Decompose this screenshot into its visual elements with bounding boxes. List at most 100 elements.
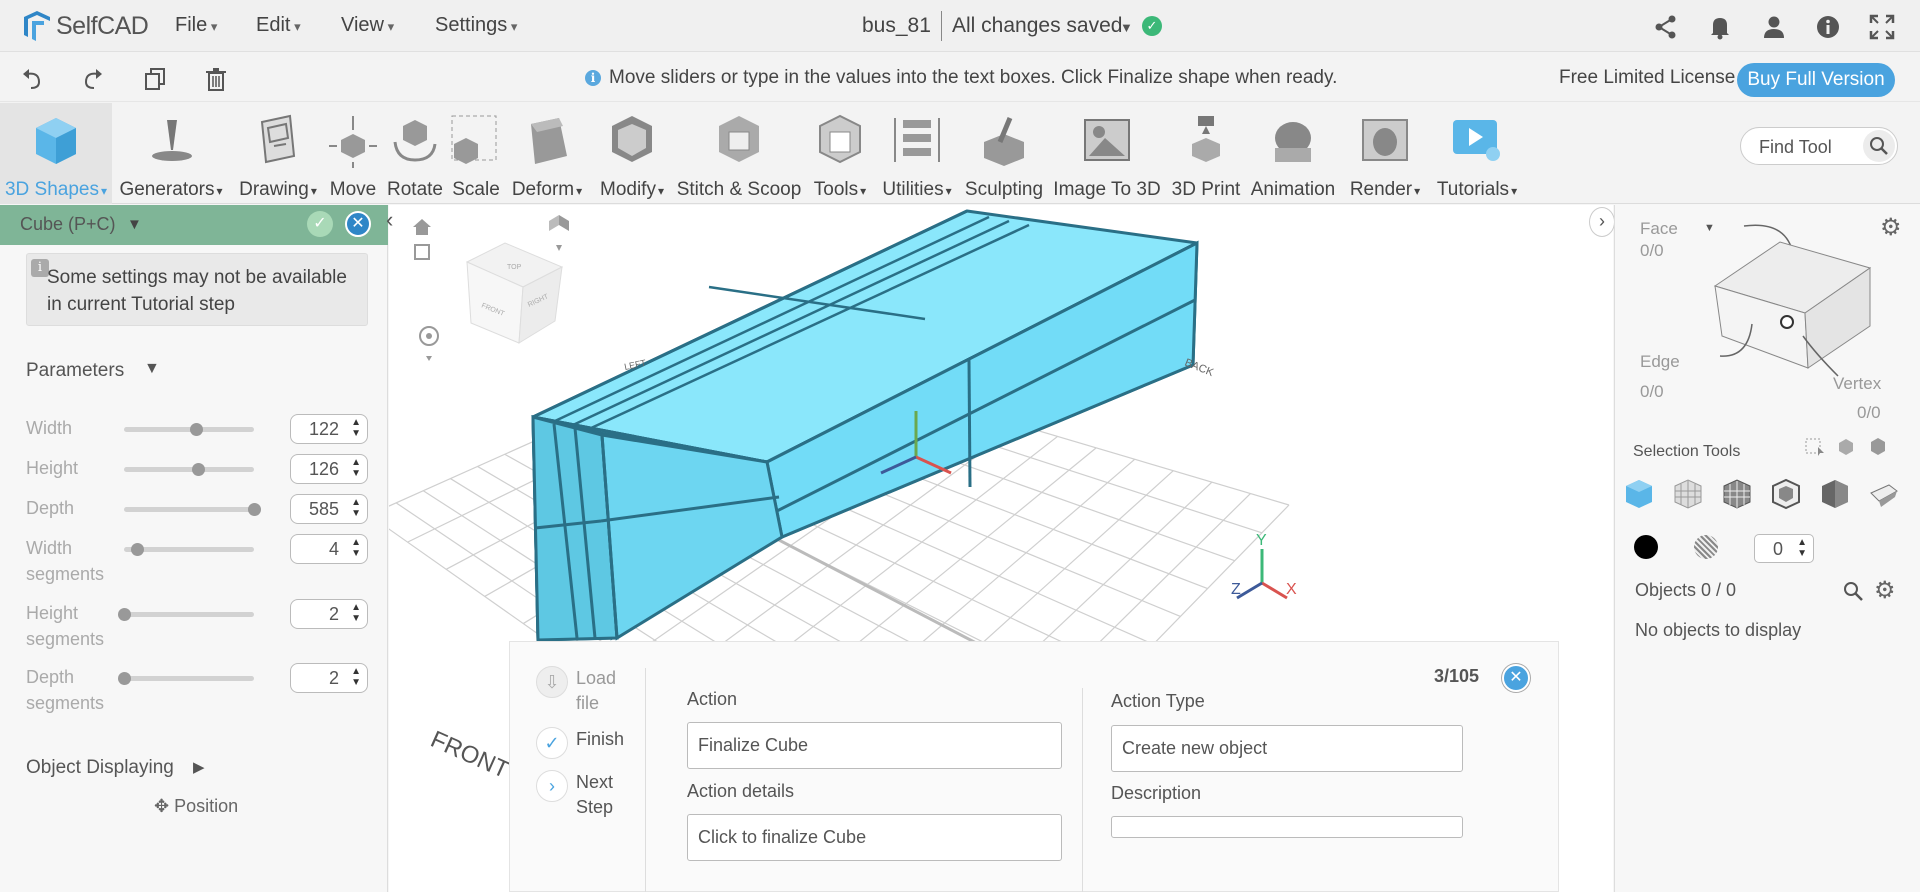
position-button[interactable]: ✥ Position <box>154 796 238 817</box>
slider-height[interactable] <box>124 467 254 472</box>
zoom-fit-icon[interactable] <box>414 244 430 260</box>
stepper-arrows-icon[interactable]: ▲ ▼ <box>351 417 361 439</box>
stepper-value[interactable]: 2 <box>329 604 339 625</box>
find-tool-box[interactable] <box>1740 127 1898 165</box>
gear-icon[interactable]: ⚙ <box>1874 576 1896 605</box>
object-select-icon[interactable] <box>1622 477 1656 511</box>
stepper-height-segments[interactable]: 2 ▲ ▼ <box>290 599 368 629</box>
stepper-arrows-icon[interactable]: ▲ ▼ <box>351 457 361 479</box>
edge-select-icon[interactable] <box>1720 477 1754 511</box>
slider-thumb-height-segments[interactable] <box>118 608 131 621</box>
cube-select-icon[interactable] <box>1867 435 1889 457</box>
finalize-check-button[interactable]: ✓ <box>307 211 333 237</box>
menu-edit[interactable]: Edit <box>256 14 301 37</box>
menu-file[interactable]: File <box>175 14 217 37</box>
stepper-value[interactable]: 122 <box>309 419 339 440</box>
selection-mode-diagram[interactable] <box>1680 218 1880 378</box>
slider-thumb-depth[interactable] <box>248 503 261 516</box>
view-cube[interactable]: TOP FRONT RIGHT <box>465 242 564 344</box>
find-tool-input[interactable] <box>1757 136 1867 159</box>
position-label: Position <box>174 796 239 816</box>
view-cube-top: TOP <box>507 264 522 271</box>
face-count: 0/0 <box>1640 241 1664 260</box>
stepper-arrows-icon[interactable]: ▲ ▼ <box>351 537 361 559</box>
fullscreen-icon[interactable] <box>1868 13 1896 41</box>
tutorial-step-next[interactable]: › Next Step <box>536 770 636 820</box>
slider-thumb-depth-segments[interactable] <box>118 672 131 685</box>
edge-label[interactable]: Edge <box>1640 352 1680 372</box>
stepper-value[interactable]: 4 <box>329 539 339 560</box>
perspective-icon[interactable] <box>549 215 569 251</box>
stepper-depth[interactable]: 585 ▲ ▼ <box>290 494 368 524</box>
color-picker[interactable] <box>1634 535 1658 559</box>
chevron-right-icon[interactable]: ▶ <box>193 758 205 776</box>
slider-thumb-width[interactable] <box>189 423 203 436</box>
buy-full-version-button[interactable]: Buy Full Version <box>1737 63 1895 97</box>
menu-settings[interactable]: Settings <box>435 14 517 37</box>
selection-value-stepper[interactable]: 0 ▲ ▼ <box>1754 534 1814 563</box>
collapse-right-panel-icon[interactable]: › <box>1589 207 1615 237</box>
solid-select-icon[interactable] <box>1818 477 1852 511</box>
home-icon[interactable] <box>413 219 431 235</box>
tool-3d-shapes[interactable]: 3D Shapes <box>0 104 116 202</box>
stepper-arrows-icon[interactable]: ▲ ▼ <box>351 602 361 624</box>
save-status[interactable]: All changes saved <box>952 14 1122 38</box>
texture-picker[interactable] <box>1694 535 1718 559</box>
stepper-value[interactable]: 2 <box>329 668 339 689</box>
tutorial-step-load-file[interactable]: ⇩ Load file <box>536 666 636 716</box>
user-icon[interactable] <box>1760 13 1788 41</box>
slider-height-segments[interactable] <box>124 612 254 617</box>
collapse-left-panel-icon[interactable]: ‹ <box>386 207 410 237</box>
stepper-value[interactable]: 585 <box>309 499 339 520</box>
tool-sculpting[interactable]: Sculpting <box>944 104 1064 202</box>
stepper-height[interactable]: 126 ▲ ▼ <box>290 454 368 484</box>
description-field <box>1111 816 1463 838</box>
notification-bell-icon[interactable] <box>1706 13 1734 41</box>
gear-icon[interactable]: ⚙ <box>1880 213 1902 242</box>
delete-icon[interactable] <box>203 66 229 92</box>
stepper-width[interactable]: 122 ▲ ▼ <box>290 414 368 444</box>
chevron-down-icon[interactable]: ▼ <box>1120 20 1133 35</box>
tutorial-step-finish[interactable]: ✓ Finish <box>536 727 636 759</box>
box-select-icon[interactable] <box>1804 435 1826 457</box>
info-icon[interactable] <box>1814 13 1842 41</box>
stepper-arrows-icon[interactable]: ▲ ▼ <box>351 666 361 688</box>
plane-select-icon[interactable] <box>1867 477 1901 511</box>
slider-depth-segments[interactable] <box>124 676 254 681</box>
document-title[interactable]: bus_81 <box>862 14 931 38</box>
stepper-depth-segments[interactable]: 2 ▲ ▼ <box>290 663 368 693</box>
stepper-width-segments[interactable]: 4 ▲ ▼ <box>290 534 368 564</box>
copy-icon[interactable] <box>142 66 168 92</box>
search-icon[interactable] <box>1863 130 1895 162</box>
object-displaying-title[interactable]: Object Displaying <box>26 757 174 779</box>
check-icon: ✓ <box>536 727 568 759</box>
slider-thumb-width-segments[interactable] <box>131 543 144 556</box>
face-select-icon[interactable] <box>1671 477 1705 511</box>
undo-icon[interactable] <box>19 66 45 92</box>
tool-modify[interactable]: Modify <box>572 104 692 202</box>
share-icon[interactable] <box>1652 13 1680 41</box>
selfcad-logo[interactable]: SelfCAD <box>20 6 149 46</box>
slider-depth[interactable] <box>124 507 254 512</box>
search-icon[interactable] <box>1842 580 1864 602</box>
panel-menu-caret-icon[interactable]: ▼ <box>127 216 142 233</box>
vertex-select-icon[interactable] <box>1769 477 1803 511</box>
tool-tutorials[interactable]: Tutorials <box>1417 104 1537 202</box>
stepper-arrows-icon[interactable]: ▲ ▼ <box>351 497 361 519</box>
chevron-down-icon[interactable]: ▼ <box>144 360 160 378</box>
target-icon[interactable] <box>419 326 439 361</box>
slider-thumb-height[interactable] <box>192 463 206 476</box>
vertex-label[interactable]: Vertex <box>1833 374 1881 394</box>
select-all-icon[interactable] <box>1835 435 1857 457</box>
tool-generators[interactable]: Generators <box>111 104 231 202</box>
close-tutorial-button[interactable]: ✕ <box>1502 664 1530 692</box>
sculpting-icon <box>984 117 1024 166</box>
redo-icon[interactable] <box>80 66 106 92</box>
stepper-value[interactable]: 126 <box>309 459 339 480</box>
menu-view[interactable]: View <box>341 14 394 37</box>
close-panel-button[interactable]: ✕ <box>345 211 371 237</box>
modify-icon <box>612 116 652 162</box>
face-label[interactable]: Face <box>1640 219 1678 239</box>
parameters-title[interactable]: Parameters <box>26 360 124 382</box>
stepper-arrows-icon[interactable]: ▲ ▼ <box>1797 537 1807 559</box>
